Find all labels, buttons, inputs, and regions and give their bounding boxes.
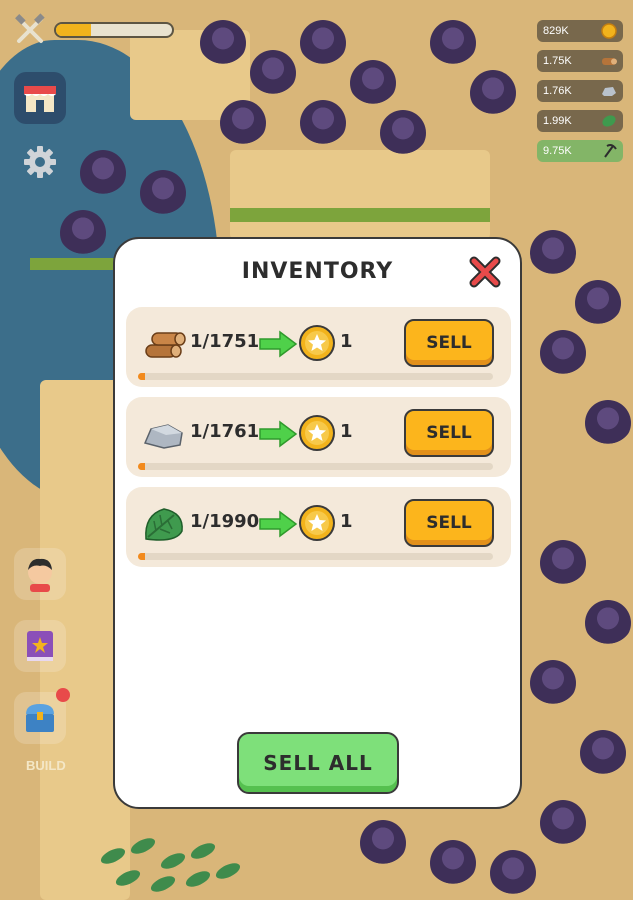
arrow-right-icon (259, 420, 298, 448)
inventory-row-wood: 1/1751 1 SELL (126, 307, 511, 387)
item-count: 1/1751 (190, 331, 260, 352)
stock-progress-bar (138, 553, 493, 560)
stock-progress-fill (138, 463, 146, 470)
coin-icon (299, 415, 335, 451)
sell-button-leaf[interactable]: SELL (404, 499, 494, 547)
coin-reward: 1 (340, 421, 353, 442)
sell-button-wood[interactable]: SELL (404, 319, 494, 367)
stock-progress-bar (138, 373, 493, 380)
inventory-row-stone: 1/1761 1 SELL (126, 397, 511, 477)
coin-reward: 1 (340, 331, 353, 352)
stock-progress-fill (138, 373, 146, 380)
coin-icon (299, 505, 335, 541)
sell-all-button[interactable]: SELL ALL (237, 732, 399, 794)
wood-log-icon (142, 325, 186, 365)
coin-icon (299, 325, 335, 361)
close-button[interactable] (466, 253, 504, 291)
stock-progress-fill (138, 553, 146, 560)
coin-reward: 1 (340, 511, 353, 532)
arrow-right-icon (259, 330, 298, 358)
item-count: 1/1990 (190, 511, 260, 532)
stock-progress-bar (138, 463, 493, 470)
item-count: 1/1761 (190, 421, 260, 442)
stone-icon (142, 415, 186, 455)
inventory-row-leaf: 1/1990 1 SELL (126, 487, 511, 567)
close-icon (469, 256, 501, 288)
sell-button-stone[interactable]: SELL (404, 409, 494, 457)
arrow-right-icon (259, 510, 298, 538)
inventory-dialog: INVENTORY 1/1751 1 SELL 1/1761 1 SELL 1/… (113, 237, 522, 809)
leaf-icon (142, 505, 186, 545)
dialog-title: INVENTORY (241, 259, 394, 284)
